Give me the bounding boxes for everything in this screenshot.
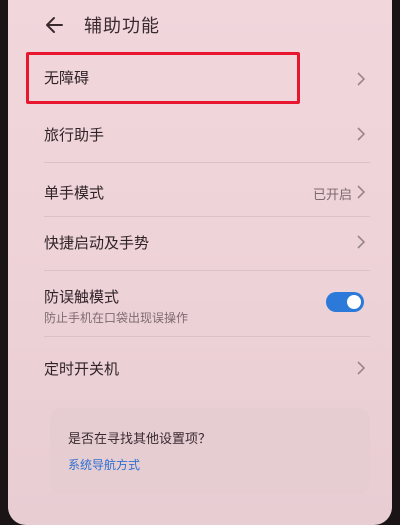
accidental-touch-toggle[interactable] [326,292,364,312]
header: 辅助功能 [8,0,392,52]
suggestion-card: 是否在寻找其他设置项？ 系统导航方式 [50,408,370,494]
chevron-right-icon [357,72,366,86]
setting-label-scheduled-power: 定时开关机 [44,360,120,378]
divider [44,162,370,163]
toggle-knob [347,295,361,309]
chevron-right-icon [357,185,366,199]
setting-row-quick-launch[interactable]: 快捷启动及手势 [8,216,392,266]
back-arrow-icon[interactable] [42,12,68,38]
setting-label-accidental-touch: 防误触模式 [44,288,120,306]
setting-label-quick-launch: 快捷启动及手势 [44,234,150,252]
page-title: 辅助功能 [84,16,160,37]
divider [44,270,370,271]
setting-row-travel-assistant[interactable]: 旅行助手 [8,108,392,158]
phone-screen: 辅助功能 无障碍 旅行助手 单手模式 已开启 快捷启动及手势 防误触模式 防止手… [8,0,392,525]
highlight-box [26,52,300,104]
setting-label-one-hand-mode: 单手模式 [44,184,105,202]
setting-row-scheduled-power[interactable]: 定时开关机 [8,340,392,390]
chevron-right-icon [357,361,366,375]
suggestion-question: 是否在寻找其他设置项？ [68,432,212,447]
setting-status-one-hand-mode: 已开启 [312,188,352,203]
setting-label-travel-assistant: 旅行助手 [44,126,105,144]
suggestion-link-system-navigation[interactable]: 系统导航方式 [68,456,140,473]
setting-row-one-hand-mode[interactable]: 单手模式 已开启 [8,164,392,214]
chevron-right-icon [357,127,366,141]
chevron-right-icon [357,235,366,249]
setting-description-accidental-touch: 防止手机在口袋出现误操作 [44,311,189,325]
divider [44,336,370,337]
